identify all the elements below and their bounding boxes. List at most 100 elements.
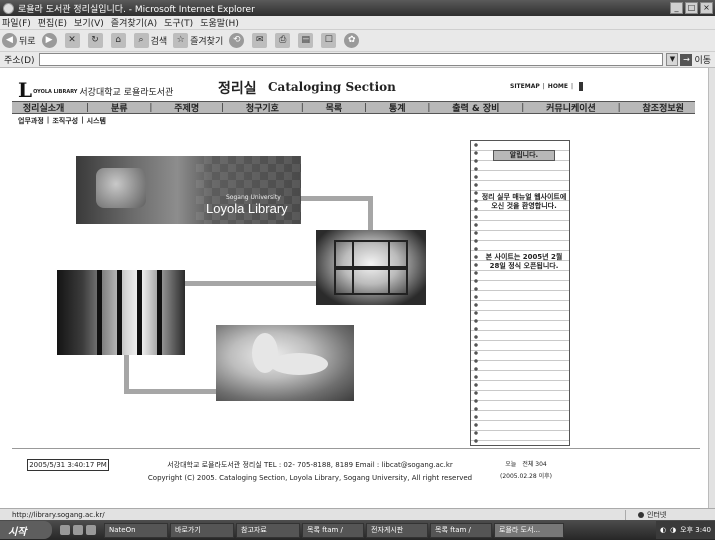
minimize-button[interactable]: _ — [670, 2, 683, 14]
task-reference[interactable]: 참고자료 — [236, 522, 300, 538]
counter-total: 전체 304 — [522, 461, 547, 468]
window-frame — [334, 266, 408, 270]
menu-tools[interactable]: 도구(T) — [164, 16, 193, 29]
menu-file[interactable]: 파일(F) — [2, 16, 31, 29]
painting-figure — [270, 353, 328, 375]
sub-navigation: 업무과정 | 조직구성 | 시스템 — [18, 116, 106, 126]
menu-favorites[interactable]: 즐겨찾기(A) — [111, 16, 157, 29]
window-controls: _ □ × — [670, 2, 713, 14]
vertical-scrollbar[interactable] — [708, 68, 715, 508]
subnav-separator: | — [46, 116, 50, 124]
page-title-english: Cataloging Section — [268, 80, 396, 94]
address-dropdown-icon[interactable]: ▼ — [666, 53, 679, 66]
subnav-workflow[interactable]: 업무과정 — [18, 116, 44, 126]
search-button[interactable]: ⌕ 검색 — [133, 33, 167, 48]
print-button[interactable]: ⎙ — [275, 33, 292, 48]
collage-connector — [185, 281, 317, 286]
status-url: http://library.sogang.ac.kr/ — [12, 510, 105, 519]
nav-separator: | — [617, 102, 621, 113]
quick-launch — [60, 525, 96, 535]
subnav-separator: | — [81, 116, 84, 124]
back-button[interactable]: ◀ 뒤로 — [2, 33, 36, 48]
nav-references[interactable]: 참조정보원 — [643, 101, 684, 114]
refresh-button[interactable]: ↻ — [87, 33, 105, 48]
room-column — [117, 270, 122, 355]
home-button[interactable]: ⌂ — [110, 33, 128, 48]
task-board[interactable]: 전자게시판 — [366, 522, 428, 538]
stop-button[interactable]: ✕ — [64, 33, 82, 48]
discuss-icon: ☐ — [321, 33, 337, 48]
menu-view[interactable]: 보기(V) — [74, 16, 104, 29]
forward-arrow-icon: ▶ — [41, 33, 57, 48]
subnav-organization[interactable]: 조직구성 — [52, 116, 78, 126]
clock: 오후 3:40 — [680, 526, 711, 534]
footer-divider — [12, 448, 700, 449]
nav-separator: | — [521, 102, 525, 113]
address-bar: 주소(D) ▼ → 이동 — [0, 52, 715, 68]
page-title-korean: 정리실 — [218, 81, 257, 97]
task-catalog-1[interactable]: 목록 ftam / — [302, 522, 364, 538]
nav-subject-headings[interactable]: 주제명 — [174, 101, 199, 114]
nav-separator: | — [149, 102, 153, 113]
task-catalog-2[interactable]: 목록 ftam / — [430, 522, 492, 538]
reading-room-image — [57, 270, 185, 355]
go-button[interactable]: → 이동 — [680, 53, 715, 66]
sitemap-link[interactable]: SITEMAP — [510, 83, 540, 90]
quick-launch-icon[interactable] — [73, 525, 83, 535]
edit-button[interactable]: ▤ — [298, 33, 315, 48]
spiral-binding — [473, 141, 479, 445]
history-button[interactable]: ⟲ — [229, 33, 246, 48]
nav-separator: | — [427, 102, 431, 113]
logo-korean-text: 서강대학교 로욜라도서관 — [79, 88, 174, 98]
quick-launch-icon[interactable] — [86, 525, 96, 535]
close-button[interactable]: × — [700, 2, 713, 14]
messenger-button[interactable]: ✿ — [344, 33, 361, 48]
collage-connector — [124, 354, 129, 394]
notice-heading: 알립니다. — [493, 150, 555, 161]
task-nateon[interactable]: NateOn — [104, 522, 168, 538]
refresh-icon: ↻ — [87, 33, 103, 48]
security-zone: 인터넷 — [625, 509, 715, 520]
maximize-button[interactable]: □ — [685, 2, 698, 14]
top-links: SITEMAP | HOME | — [510, 82, 584, 91]
nav-call-number[interactable]: 청구기호 — [246, 101, 279, 114]
notice-notebook: 알립니다. 정리 실무 매뉴얼 웹사이트에 오신 것을 환영합니다. 본 사이트… — [470, 140, 570, 446]
notice-message-2: 본 사이트는 2005년 2월 28일 정식 오픈됩니다. — [485, 253, 563, 270]
footer-copyright: Copyright (C) 2005. Cataloging Section, … — [147, 474, 473, 482]
tray-icon[interactable]: ◑ — [670, 526, 676, 534]
nav-separator: | — [300, 102, 304, 113]
subnav-system[interactable]: 시스템 — [87, 116, 106, 126]
link-separator: | — [542, 83, 545, 90]
nav-output-equipment[interactable]: 출력 & 장비 — [452, 101, 499, 114]
quick-launch-icon[interactable] — [60, 525, 70, 535]
menu-help[interactable]: 도움말(H) — [200, 16, 239, 29]
taskbar: 시작 NateOn 바로가기 참고자료 목록 ftam / 전자게시판 목록 f… — [0, 520, 715, 540]
home-link[interactable]: HOME — [548, 83, 568, 90]
nav-intro[interactable]: 정리실소개 — [23, 101, 64, 114]
browser-toolbar: ◀ 뒤로 ▶ ✕ ↻ ⌂ ⌕ 검색 ☆ 즐겨찾기 ⟲ ✉ ⎙ ▤ ☐ ✿ — [0, 30, 715, 52]
address-input[interactable] — [38, 53, 664, 66]
footer-info: 서강대학교 로욜라도서관 정리실 TEL : 02- 705-8188, 818… — [140, 459, 480, 485]
nav-classification[interactable]: 분류 — [111, 101, 128, 114]
mail-button[interactable]: ✉ — [252, 33, 269, 48]
start-button[interactable]: 시작 — [0, 521, 52, 539]
tray-icon[interactable]: ◐ — [660, 526, 666, 534]
library-logo[interactable]: L OYOLA LIBRARY 서강대학교 로욜라도서관 — [18, 78, 174, 102]
menu-edit[interactable]: 편집(E) — [38, 16, 67, 29]
visitor-counter: 오늘 전체 304 (2005.02.28 이후) — [500, 459, 552, 483]
nav-separator: | — [220, 102, 224, 113]
logo-letter: L — [18, 78, 33, 102]
printer-icon: ⎙ — [275, 33, 291, 48]
discuss-button[interactable]: ☐ — [321, 33, 338, 48]
nav-catalog[interactable]: 목록 — [326, 101, 343, 114]
status-bar: http://library.sogang.ac.kr/ 인터넷 — [0, 508, 715, 520]
system-tray: ◐ ◑ 오후 3:40 — [655, 521, 715, 539]
link-separator: | — [571, 83, 574, 90]
task-loyola-library[interactable]: 로욜라 도서... — [494, 522, 564, 538]
nav-communication[interactable]: 커뮤니케이션 — [546, 101, 596, 114]
favorites-button[interactable]: ☆ 즐겨찾기 — [173, 33, 223, 48]
nav-statistics[interactable]: 통계 — [389, 101, 406, 114]
forward-button[interactable]: ▶ — [41, 33, 59, 48]
task-shortcut[interactable]: 바로가기 — [170, 522, 234, 538]
collage-connector — [124, 389, 218, 394]
